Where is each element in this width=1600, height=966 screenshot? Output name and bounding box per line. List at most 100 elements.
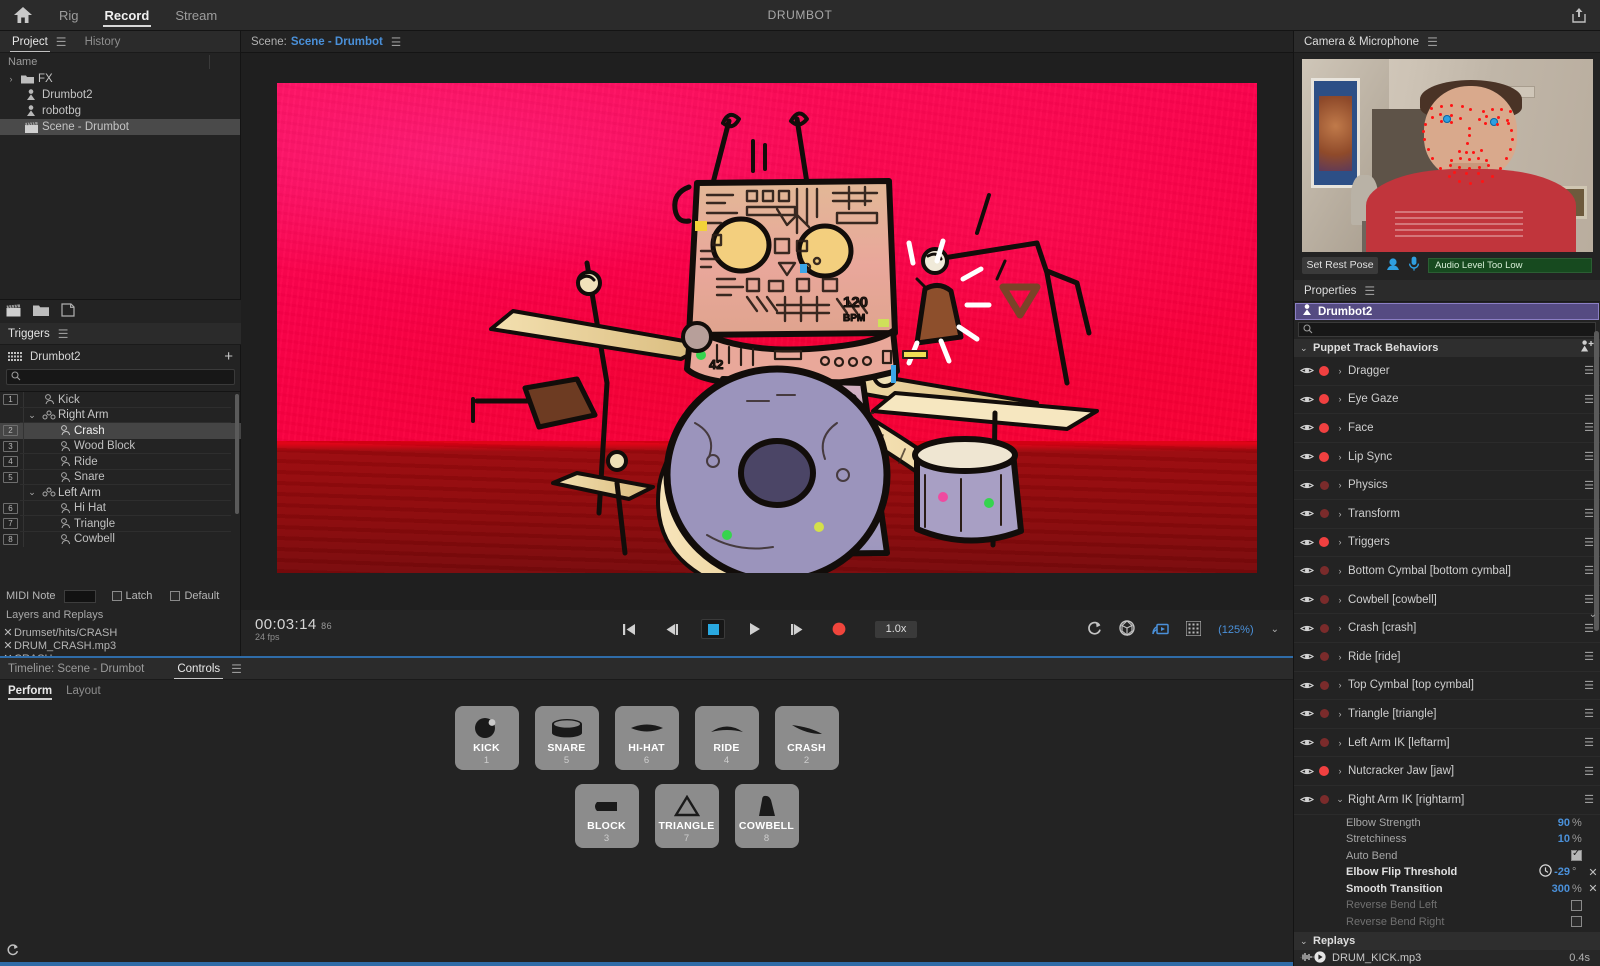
property-value[interactable]: -29 bbox=[1554, 866, 1570, 878]
project-item-fx[interactable]: › FX bbox=[0, 71, 240, 87]
chevron-right-icon[interactable]: › bbox=[1332, 537, 1348, 547]
clear-keyframe-icon[interactable]: ✕ bbox=[1586, 882, 1600, 895]
behavior-menu-icon[interactable]: ☰ bbox=[1578, 679, 1600, 692]
pad-crash[interactable]: CRASH 2 bbox=[774, 706, 839, 770]
tab-history[interactable]: History bbox=[81, 31, 125, 53]
set-rest-pose-button[interactable]: Set Rest Pose bbox=[1302, 256, 1378, 274]
behavior-row-face[interactable]: › Face ☰ bbox=[1294, 414, 1600, 443]
property-row-smooth-transition[interactable]: Smooth Transition 300 % ✕ bbox=[1294, 881, 1600, 898]
stream-icon[interactable] bbox=[1152, 621, 1169, 639]
stage-canvas[interactable]: 120 BPM 42 bbox=[277, 83, 1257, 573]
behavior-menu-icon[interactable]: ☰ bbox=[1578, 793, 1600, 806]
reverse-bend-right-checkbox[interactable] bbox=[1571, 916, 1582, 928]
chevron-right-icon[interactable]: › bbox=[1332, 452, 1348, 462]
trigger-row-hi-hat[interactable]: 6 Hi Hat bbox=[0, 500, 241, 516]
visibility-eye-icon[interactable] bbox=[1298, 681, 1316, 690]
tab-project[interactable]: Project bbox=[8, 31, 52, 53]
clear-keyframe-icon[interactable]: ✕ bbox=[1586, 866, 1600, 879]
trigger-row-ride[interactable]: 4 Ride bbox=[0, 454, 241, 470]
trigger-row-kick[interactable]: 1 Kick bbox=[0, 392, 241, 408]
webcam-icon[interactable] bbox=[1386, 257, 1400, 274]
close-icon[interactable]: ✕ bbox=[2, 626, 14, 639]
midi-note-input[interactable] bbox=[63, 589, 96, 603]
tab-stream[interactable]: Stream bbox=[162, 0, 230, 31]
chevron-right-icon[interactable]: › bbox=[1332, 566, 1348, 576]
visibility-eye-icon[interactable] bbox=[1298, 366, 1316, 375]
behavior-row-dragger[interactable]: › Dragger ☰ bbox=[1294, 357, 1600, 386]
chevron-right-icon[interactable]: › bbox=[1332, 680, 1348, 690]
arm-record-toggle[interactable] bbox=[1316, 537, 1332, 548]
pad-snare[interactable]: SNARE 5 bbox=[534, 706, 599, 770]
stage-viewport[interactable]: 120 BPM 42 bbox=[241, 53, 1293, 610]
record-button[interactable] bbox=[827, 619, 851, 639]
home-icon[interactable] bbox=[0, 0, 46, 31]
visibility-eye-icon[interactable] bbox=[1298, 423, 1316, 432]
behavior-row-triggers[interactable]: › Triggers ☰ bbox=[1294, 529, 1600, 558]
replay-row-drum-kick[interactable]: DRUM_KICK.mp3 0.4s bbox=[1294, 950, 1600, 966]
stop-button[interactable] bbox=[701, 619, 725, 639]
project-item-drumbot2[interactable]: Drumbot2 bbox=[0, 87, 240, 103]
panel-overflow-chevron[interactable]: ⌄ bbox=[1589, 609, 1597, 620]
behavior-row-bottom-cymbal[interactable]: › Bottom Cymbal [bottom cymbal] ☰ bbox=[1294, 557, 1600, 586]
close-icon[interactable]: ✕ bbox=[2, 639, 14, 652]
arm-record-toggle[interactable] bbox=[1316, 480, 1332, 490]
arm-record-toggle[interactable] bbox=[1316, 738, 1332, 748]
trigger-row-snare[interactable]: 5 Snare bbox=[0, 469, 241, 485]
triggers-search-input[interactable] bbox=[6, 369, 235, 385]
pad-cowbell[interactable]: COWBELL 8 bbox=[734, 784, 799, 848]
arm-record-toggle[interactable] bbox=[1316, 709, 1332, 719]
arm-record-toggle[interactable] bbox=[1316, 394, 1332, 405]
behavior-menu-icon[interactable]: ☰ bbox=[1578, 736, 1600, 749]
drumbot-puppet-artwork[interactable]: 120 BPM 42 bbox=[277, 83, 1257, 573]
arm-record-toggle[interactable] bbox=[1316, 680, 1332, 690]
property-row-elbow-flip-threshold[interactable]: Elbow Flip Threshold -29 ° ✕ bbox=[1294, 864, 1600, 881]
behavior-row-right-arm-ik[interactable]: ⌄ Right Arm IK [rightarm] ☰ bbox=[1294, 786, 1600, 815]
arm-record-toggle[interactable] bbox=[1316, 795, 1332, 805]
chevron-down-icon[interactable]: ⌄ bbox=[24, 410, 40, 421]
trigger-row-cowbell[interactable]: 8 Cowbell bbox=[0, 531, 241, 547]
playback-rate-field[interactable]: 1.0x bbox=[875, 620, 917, 638]
behavior-row-triangle[interactable]: › Triangle [triangle] ☰ bbox=[1294, 700, 1600, 729]
triggers-list[interactable]: 1 Kick ⌄ Right Arm 2 Crash 3 Wood Block … bbox=[0, 391, 241, 574]
selected-puppet-row[interactable]: Drumbot2 bbox=[1295, 303, 1599, 320]
pad-kick[interactable]: KICK 1 bbox=[454, 706, 519, 770]
plus-icon[interactable]: + bbox=[224, 349, 233, 364]
visibility-eye-icon[interactable] bbox=[1298, 481, 1316, 490]
property-value[interactable]: 10 bbox=[1558, 833, 1570, 845]
visibility-eye-icon[interactable] bbox=[1298, 709, 1316, 718]
pad-ride[interactable]: RIDE 4 bbox=[694, 706, 759, 770]
trigger-group-right-arm[interactable]: ⌄ Right Arm bbox=[0, 407, 241, 423]
step-forward-button[interactable] bbox=[785, 619, 809, 639]
zoom-dropdown-icon[interactable]: ⌄ bbox=[1271, 624, 1279, 635]
behavior-row-eye-gaze[interactable]: › Eye Gaze ☰ bbox=[1294, 386, 1600, 415]
tab-rig[interactable]: Rig bbox=[46, 0, 92, 31]
project-panel-menu-icon[interactable]: ☰ bbox=[56, 31, 67, 53]
puppet-track-behaviors-header[interactable]: ⌄ Puppet Track Behaviors bbox=[1294, 339, 1600, 357]
tab-controls[interactable]: Controls bbox=[174, 658, 224, 680]
chevron-right-icon[interactable]: › bbox=[1332, 738, 1348, 748]
reverse-bend-left-checkbox[interactable] bbox=[1571, 899, 1582, 911]
behavior-row-ride[interactable]: › Ride [ride] ☰ bbox=[1294, 643, 1600, 672]
trigger-group-left-arm[interactable]: ⌄ Left Arm bbox=[0, 485, 241, 501]
subtab-perform[interactable]: Perform bbox=[8, 680, 53, 702]
visibility-eye-icon[interactable] bbox=[1298, 538, 1316, 547]
triggers-scrollbar[interactable] bbox=[235, 394, 239, 514]
replays-section-header[interactable]: ⌄ Replays bbox=[1294, 932, 1600, 950]
chevron-right-icon[interactable]: › bbox=[1332, 766, 1348, 776]
visibility-eye-icon[interactable] bbox=[1298, 566, 1316, 575]
timeline-tab-label[interactable]: Timeline: Scene - Drumbot bbox=[8, 663, 144, 675]
trigger-row-crash[interactable]: 2 Crash bbox=[0, 423, 241, 439]
auto-bend-checkbox[interactable] bbox=[1571, 848, 1582, 862]
behavior-menu-icon[interactable]: ☰ bbox=[1578, 650, 1600, 663]
visibility-eye-icon[interactable] bbox=[1298, 452, 1316, 461]
visibility-eye-icon[interactable] bbox=[1298, 509, 1316, 518]
chevron-down-icon[interactable]: ⌄ bbox=[24, 487, 40, 498]
behavior-menu-icon[interactable]: ☰ bbox=[1578, 765, 1600, 778]
camera-panel-menu-icon[interactable]: ☰ bbox=[1427, 35, 1438, 49]
arm-record-toggle[interactable] bbox=[1316, 365, 1332, 376]
property-row-elbow-strength[interactable]: Elbow Strength 90 % bbox=[1294, 815, 1600, 832]
arm-record-toggle[interactable] bbox=[1316, 566, 1332, 576]
chevron-right-icon[interactable]: › bbox=[1332, 480, 1348, 490]
latch-checkbox[interactable]: Latch bbox=[111, 590, 152, 602]
chevron-right-icon[interactable]: › bbox=[1332, 652, 1348, 662]
